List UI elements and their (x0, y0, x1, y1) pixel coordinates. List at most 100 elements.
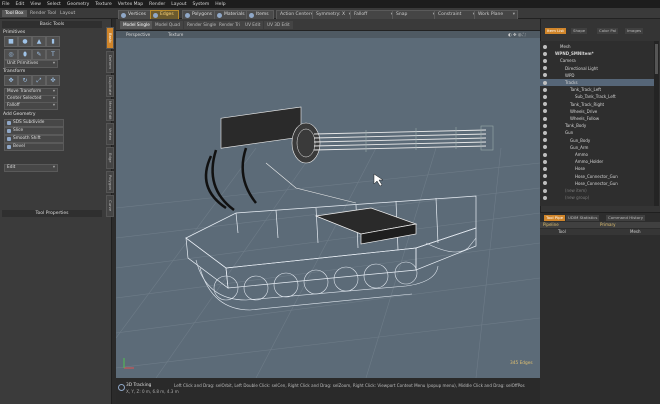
menu-view[interactable]: View (30, 2, 41, 7)
item-list-row[interactable]: Wheels_Drive (540, 108, 654, 115)
text-icon[interactable]: T (46, 49, 60, 60)
pipeline-row[interactable]: Tool Mesh (540, 229, 660, 235)
tab-images[interactable]: Images (625, 28, 644, 34)
visibility-eye-icon[interactable] (543, 195, 547, 200)
vtab-curve[interactable]: Curve (106, 195, 114, 217)
shading-mode-label[interactable]: Texture (168, 31, 183, 38)
visibility-eye-icon[interactable] (543, 138, 547, 143)
viewport-scene[interactable] (116, 38, 540, 378)
bevel-button[interactable]: Bevel (4, 143, 64, 151)
cone-icon[interactable]: ▲ (32, 36, 46, 47)
visibility-eye-icon[interactable] (543, 80, 547, 85)
falloff-left-dropdown[interactable]: Falloff (4, 102, 58, 110)
item-list-row[interactable]: WPND_SMNItem* (540, 50, 654, 57)
visibility-eye-icon[interactable] (543, 181, 547, 186)
item-list-row[interactable]: Ammo_Holder (540, 158, 654, 165)
item-list-row[interactable]: (new group) (540, 194, 654, 201)
menu-help[interactable]: Help (215, 2, 225, 7)
scale-icon[interactable]: ⤢ (32, 75, 46, 86)
tab-render-tri[interactable]: Render Tri (216, 21, 244, 29)
visibility-eye-icon[interactable] (543, 58, 547, 63)
cube-icon[interactable]: ■ (4, 36, 18, 47)
item-list-row[interactable]: Directional Light (540, 65, 654, 72)
vtab-mesh-edit[interactable]: Mesh Edit (106, 99, 114, 121)
torus-icon[interactable]: ◎ (4, 49, 18, 60)
visibility-eye-icon[interactable] (543, 166, 547, 171)
capsule-icon[interactable]: ⬮ (18, 49, 32, 60)
vtab-edge[interactable]: Edge (106, 147, 114, 169)
slice-button[interactable]: Slice (4, 127, 64, 135)
item-list-row[interactable]: Tank_Body (540, 122, 654, 129)
item-list-row[interactable]: Sub_Tank_Track_Left (540, 93, 654, 100)
visibility-eye-icon[interactable] (543, 66, 547, 71)
visibility-eye-icon[interactable] (543, 102, 547, 107)
menu-edit[interactable]: Edit (16, 2, 25, 7)
vtab-vertex[interactable]: Vertex (106, 123, 114, 145)
transform-icon[interactable]: ✜ (46, 75, 60, 86)
item-list-row[interactable]: Gun_Body (540, 137, 654, 144)
item-list-row[interactable]: Mesh (540, 43, 654, 50)
tab-uv-3d-edit[interactable]: UV 3D Edit (264, 21, 293, 29)
visibility-eye-icon[interactable] (543, 51, 547, 56)
vtab-polygon[interactable]: Polygon (106, 171, 114, 193)
tab-layout[interactable]: Layout (57, 10, 78, 17)
visibility-eye-icon[interactable] (543, 130, 547, 135)
item-list-row[interactable]: Camera (540, 57, 654, 64)
item-list-scrollbar[interactable] (654, 41, 659, 206)
menu-layout[interactable]: Layout (171, 2, 186, 7)
item-list-row[interactable]: Hose (540, 165, 654, 172)
visibility-eye-icon[interactable] (543, 123, 547, 128)
smooth-shift-button[interactable]: Smooth Shift (4, 135, 64, 143)
tab-udim-statistics[interactable]: UDIM Statistics (566, 215, 600, 221)
item-list-row[interactable]: Tracks (540, 79, 654, 86)
visibility-eye-icon[interactable] (543, 152, 547, 157)
tab-uv-edit[interactable]: UV Edit (242, 21, 264, 29)
menu-system[interactable]: System (193, 2, 210, 7)
rotate-icon[interactable]: ↻ (18, 75, 32, 86)
item-list-row[interactable]: Hose_Connector_Gun (540, 180, 654, 187)
visibility-eye-icon[interactable] (543, 159, 547, 164)
vtab-deform[interactable]: Deform (106, 51, 114, 73)
visibility-eye-icon[interactable] (543, 87, 547, 92)
item-list-row[interactable]: Hose_Connector_Gun (540, 173, 654, 180)
tab-tool-box[interactable]: Tool Box (2, 10, 27, 17)
visibility-eye-icon[interactable] (543, 174, 547, 179)
menu-geometry[interactable]: Geometry (67, 2, 89, 7)
tab-shape[interactable]: Shape (571, 28, 588, 34)
menu-render[interactable]: Render (149, 2, 165, 7)
tab-tool-pipe[interactable]: Tool Pipe (544, 215, 565, 221)
visibility-eye-icon[interactable] (543, 94, 547, 99)
item-list-row[interactable]: (new item) (540, 187, 654, 194)
edit-dropdown[interactable]: Edit (4, 164, 58, 172)
tab-item-list[interactable]: Item List (545, 28, 566, 34)
sphere-icon[interactable]: ● (18, 36, 32, 47)
item-list-row[interactable]: WPD (540, 72, 654, 79)
tab-command-history[interactable]: Command History (606, 215, 646, 221)
item-list-row[interactable]: Gun_Arm (540, 144, 654, 151)
tab-model-quad[interactable]: Model Quad (152, 21, 184, 29)
unit-primitives-dropdown[interactable]: Unit Primitives (4, 60, 58, 68)
tab-render-single[interactable]: Render Single (184, 21, 220, 29)
item-list-row[interactable]: Wheels_Follow (540, 115, 654, 122)
item-list-row[interactable]: Ammo (540, 151, 654, 158)
visibility-eye-icon[interactable] (543, 145, 547, 150)
visibility-eye-icon[interactable] (543, 73, 547, 78)
tab-model-single[interactable]: Model Single (120, 21, 153, 29)
pen-icon[interactable]: ✎ (32, 49, 46, 60)
vtab-duplicate[interactable]: Duplicate (106, 75, 114, 97)
visibility-eye-icon[interactable] (543, 44, 547, 49)
menu-texture[interactable]: Texture (95, 2, 111, 7)
scrollbar-thumb[interactable] (655, 44, 658, 74)
item-list-row[interactable]: Gun (540, 129, 654, 136)
menu-file[interactable]: File (2, 2, 10, 7)
visibility-eye-icon[interactable] (543, 188, 547, 193)
tab-render-tool[interactable]: Render Tool (27, 10, 59, 17)
move-icon[interactable]: ✥ (4, 75, 18, 86)
visibility-eye-icon[interactable] (543, 109, 547, 114)
view-type-label[interactable]: Perspective (126, 31, 150, 38)
vtab-basic[interactable]: Basic (106, 27, 114, 49)
tab-color-pal[interactable]: Color Pal (597, 28, 619, 34)
sds-subdivide-button[interactable]: SDS Subdivide (4, 119, 64, 127)
viewport-controls-icon[interactable]: ◐ ✥ ◎ ⛶ (508, 31, 526, 38)
cylinder-icon[interactable]: ▮ (46, 36, 60, 47)
